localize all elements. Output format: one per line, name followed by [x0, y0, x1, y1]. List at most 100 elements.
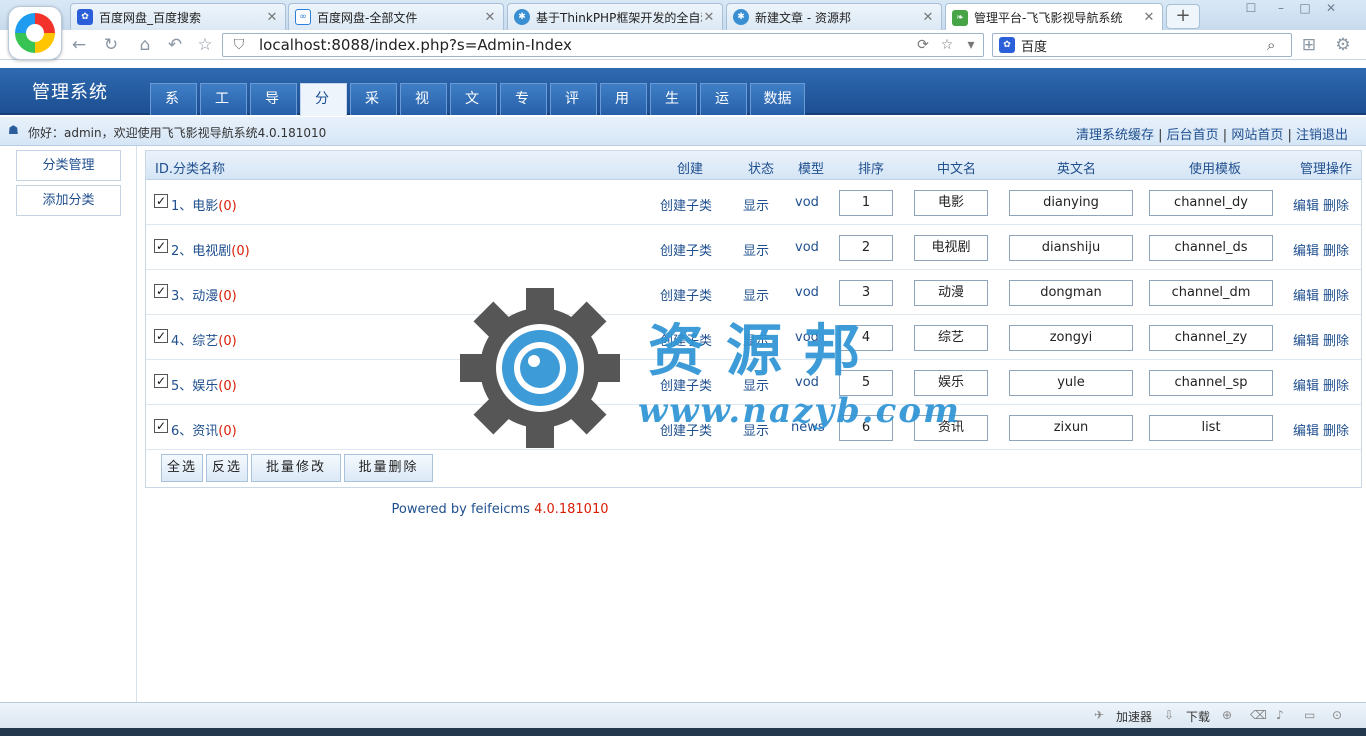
template-input[interactable]: channel_ds	[1149, 235, 1273, 261]
close-icon[interactable]: ✕	[702, 10, 716, 25]
browser-tab[interactable]: ✿ 百度网盘_百度搜索 ✕	[70, 3, 286, 30]
edit-link[interactable]: 编辑	[1293, 240, 1319, 259]
sidebar-item-add-category[interactable]: 添加分类	[16, 185, 121, 216]
logout-link[interactable]: 注销退出	[1296, 128, 1348, 143]
close-icon[interactable]: ✕	[921, 10, 935, 25]
row-checkbox[interactable]: ✓	[154, 374, 168, 388]
en-name-input[interactable]: zixun	[1009, 415, 1133, 441]
menu-tab-user[interactable]: 用户	[600, 83, 647, 137]
batch-edit-button[interactable]: 批量修改	[251, 454, 341, 482]
home-icon[interactable]: ⌂	[132, 34, 158, 56]
invert-select-button[interactable]: 反选	[206, 454, 248, 482]
skin-icon[interactable]: ☐	[1240, 0, 1262, 16]
template-input[interactable]: channel_dm	[1149, 280, 1273, 306]
menu-tab-article[interactable]: 文章	[450, 83, 497, 137]
menu-tab-nav[interactable]: 导航	[250, 83, 297, 137]
volume-icon[interactable]: ♪	[1276, 708, 1284, 722]
category-name-link[interactable]: 5、娱乐(0)	[171, 375, 237, 394]
menu-tab-category[interactable]: 分类	[300, 83, 347, 137]
menu-tab-generate[interactable]: 生成	[650, 83, 697, 137]
browser-tab-active[interactable]: ❧ 管理平台-飞飞影视导航系统 ✕	[945, 3, 1163, 31]
model-link[interactable]: news	[791, 420, 825, 435]
download-label[interactable]: 下载	[1186, 708, 1210, 725]
zoom-icon[interactable]: ⊙	[1332, 708, 1342, 722]
category-name-link[interactable]: 3、动漫(0)	[171, 285, 237, 304]
accelerator-label[interactable]: 加速器	[1116, 708, 1152, 725]
status-toggle-link[interactable]: 显示	[743, 420, 769, 439]
window-close-icon[interactable]: ✕	[1320, 0, 1342, 16]
edit-link[interactable]: 编辑	[1293, 195, 1319, 214]
order-input[interactable]: 6	[839, 415, 893, 441]
model-link[interactable]: vod	[795, 195, 819, 210]
select-all-button[interactable]: 全选	[161, 454, 203, 482]
menu-tab-video[interactable]: 视频	[400, 83, 447, 137]
row-checkbox[interactable]: ✓	[154, 239, 168, 253]
create-subcategory-link[interactable]: 创建子类	[660, 240, 712, 259]
category-name-link[interactable]: 6、资讯(0)	[171, 420, 237, 439]
bookmark-star-icon[interactable]: ☆	[935, 37, 959, 53]
row-checkbox[interactable]: ✓	[154, 329, 168, 343]
order-input[interactable]: 4	[839, 325, 893, 351]
delete-link[interactable]: 删除	[1323, 240, 1349, 259]
menu-tab-tools[interactable]: 工具	[200, 83, 247, 137]
order-input[interactable]: 3	[839, 280, 893, 306]
cn-name-input[interactable]: 娱乐	[914, 370, 988, 396]
menu-tab-collect[interactable]: 采集	[350, 83, 397, 137]
new-tab-button[interactable]: +	[1166, 4, 1200, 29]
browser-tab[interactable]: ✱ 基于ThinkPHP框架开发的全自动 ✕	[507, 3, 723, 30]
sidebar-item-category-manage[interactable]: 分类管理	[16, 150, 121, 181]
template-input[interactable]: list	[1149, 415, 1273, 441]
accelerator-icon[interactable]: ✈	[1094, 708, 1104, 722]
menu-tab-system[interactable]: 系统	[150, 83, 197, 137]
delete-link[interactable]: 删除	[1323, 195, 1349, 214]
back-icon[interactable]: ←	[66, 34, 92, 56]
create-subcategory-link[interactable]: 创建子类	[660, 375, 712, 394]
template-input[interactable]: channel_zy	[1149, 325, 1273, 351]
edit-link[interactable]: 编辑	[1293, 375, 1319, 394]
category-name-link[interactable]: 2、电视剧(0)	[171, 240, 250, 259]
trash-icon[interactable]: ⌫	[1250, 708, 1267, 722]
status-toggle-link[interactable]: 显示	[743, 195, 769, 214]
address-bar[interactable]: ⛉ localhost:8088/index.php?s=Admin-Index…	[222, 33, 984, 57]
en-name-input[interactable]: dianying	[1009, 190, 1133, 216]
menu-tab-comment[interactable]: 评论	[550, 83, 597, 137]
create-subcategory-link[interactable]: 创建子类	[660, 420, 712, 439]
model-link[interactable]: vod	[795, 285, 819, 300]
search-box[interactable]: ✿ 百度 ⌕	[992, 33, 1292, 57]
browser-logo-icon[interactable]	[8, 6, 62, 60]
menu-tab-topic[interactable]: 专题	[500, 83, 547, 137]
window-icon[interactable]: ▭	[1304, 708, 1315, 722]
download-icon[interactable]: ⇩	[1164, 708, 1174, 722]
compat-mode-icon[interactable]: ⟳	[911, 37, 935, 53]
status-toggle-link[interactable]: 显示	[743, 285, 769, 304]
cn-name-input[interactable]: 综艺	[914, 325, 988, 351]
close-icon[interactable]: ✕	[1142, 10, 1156, 25]
undo-icon[interactable]: ↶	[162, 34, 188, 56]
template-input[interactable]: channel_dy	[1149, 190, 1273, 216]
refresh-icon[interactable]: ↻	[98, 34, 124, 56]
row-checkbox[interactable]: ✓	[154, 419, 168, 433]
create-subcategory-link[interactable]: 创建子类	[660, 195, 712, 214]
model-link[interactable]: vod	[795, 240, 819, 255]
model-link[interactable]: vod	[795, 330, 819, 345]
chevron-down-icon[interactable]: ▾	[959, 37, 983, 53]
create-subcategory-link[interactable]: 创建子类	[660, 330, 712, 349]
favorite-icon[interactable]: ☆	[192, 34, 218, 56]
row-checkbox[interactable]: ✓	[154, 284, 168, 298]
edit-link[interactable]: 编辑	[1293, 330, 1319, 349]
site-home-link[interactable]: 网站首页	[1231, 128, 1283, 143]
model-link[interactable]: vod	[795, 375, 819, 390]
status-toggle-link[interactable]: 显示	[743, 330, 769, 349]
row-checkbox[interactable]: ✓	[154, 194, 168, 208]
template-input[interactable]: channel_sp	[1149, 370, 1273, 396]
delete-link[interactable]: 删除	[1323, 285, 1349, 304]
cn-name-input[interactable]: 电视剧	[914, 235, 988, 261]
cn-name-input[interactable]: 动漫	[914, 280, 988, 306]
delete-link[interactable]: 删除	[1323, 420, 1349, 439]
cn-name-input[interactable]: 资讯	[914, 415, 988, 441]
url-text[interactable]: localhost:8088/index.php?s=Admin-Index	[259, 36, 911, 54]
cn-name-input[interactable]: 电影	[914, 190, 988, 216]
close-icon[interactable]: ✕	[483, 10, 497, 25]
menu-tab-database[interactable]: 数据库	[750, 83, 805, 137]
en-name-input[interactable]: dianshiju	[1009, 235, 1133, 261]
